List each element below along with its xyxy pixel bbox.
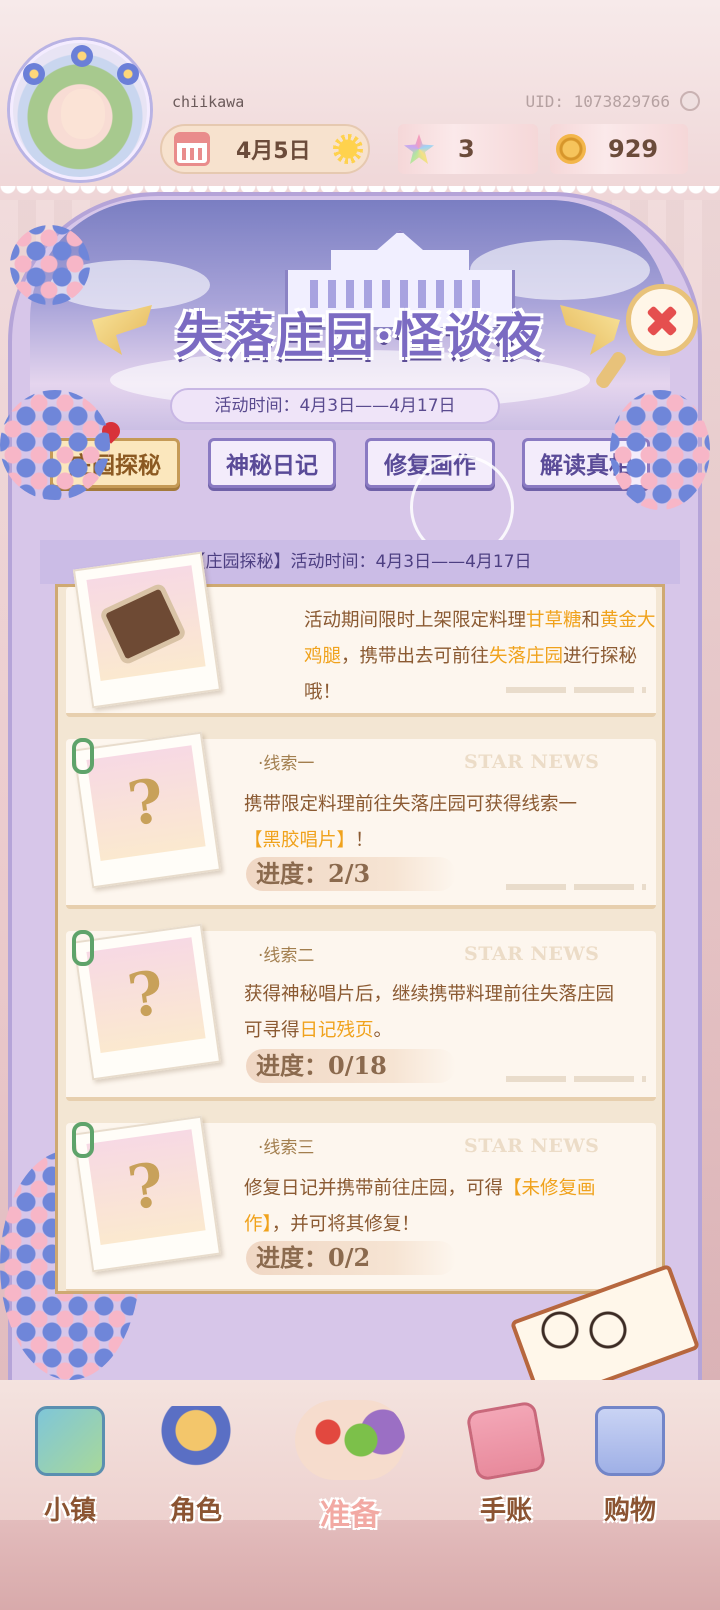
- glasses-decoration: [540, 1310, 630, 1350]
- nav-label: 角色: [169, 1496, 222, 1526]
- paperclip-icon: [72, 738, 94, 774]
- photo-content: ?: [86, 937, 206, 1053]
- sun-icon: [332, 134, 363, 164]
- clue-label: ·线索一: [258, 754, 315, 774]
- clue-text: 修复日记并携带前往庄园，可得【未修复画作】，并可将其修复！: [244, 1178, 596, 1235]
- username: chiikawa: [172, 93, 245, 111]
- character-icon: [161, 1406, 231, 1476]
- avatar[interactable]: [10, 40, 150, 180]
- flower-icon: [117, 63, 139, 85]
- question-mark-icon: ?: [123, 1149, 169, 1225]
- map-icon: [35, 1406, 105, 1476]
- journal-icon: [465, 1400, 547, 1482]
- clue-progress: 进度：0/2: [246, 1241, 456, 1275]
- clue-photo-3: ?: [72, 1115, 222, 1273]
- paperclip-icon: [72, 1122, 94, 1158]
- food-icon: [295, 1400, 405, 1480]
- nav-character[interactable]: 角色: [136, 1400, 256, 1540]
- star-news-badge: STAR NEWS: [464, 1135, 600, 1157]
- nav-label: 手账: [479, 1496, 532, 1526]
- clue-photo-1: ?: [72, 731, 222, 889]
- nav-shopping[interactable]: 购物: [570, 1400, 690, 1540]
- gem-icon: [404, 134, 434, 164]
- clue-progress: 进度：2/3: [246, 857, 456, 891]
- clue-photo-2: ?: [72, 923, 222, 1081]
- nav-journal[interactable]: 手账: [446, 1400, 566, 1540]
- uid-label: UID: 1073829766: [525, 92, 671, 111]
- calendar-icon: [174, 132, 210, 166]
- nav-town[interactable]: 小镇: [10, 1400, 130, 1540]
- question-mark-icon: ?: [123, 957, 169, 1033]
- current-date: 4月5日: [236, 139, 311, 164]
- tab-mystery-diary[interactable]: 神秘日记: [208, 438, 336, 488]
- flower-decoration: [610, 390, 710, 510]
- flower-decoration: [0, 390, 110, 500]
- coin-icon: [556, 134, 586, 164]
- flower-icon: [71, 45, 93, 67]
- nav-label: 准备: [320, 1498, 380, 1533]
- question-mark-icon: ?: [123, 765, 169, 841]
- star-news-badge: STAR NEWS: [464, 751, 600, 773]
- card-rule: [506, 687, 646, 693]
- clue-label: ·线索三: [258, 1138, 315, 1158]
- gem-counter[interactable]: 3: [398, 124, 538, 174]
- flower-icon: [23, 63, 45, 85]
- avatar-face: [61, 89, 105, 139]
- shopping-bag-icon: [595, 1406, 665, 1476]
- clue-text: 获得神秘唱片后，继续携带料理前往失落庄园可寻得日记残页。: [244, 984, 615, 1041]
- close-button[interactable]: [626, 284, 698, 356]
- event-period: 活动时间：4月3日——4月17日: [170, 388, 500, 424]
- clue-progress: 进度：0/18: [246, 1049, 456, 1083]
- nav-label: 小镇: [43, 1496, 96, 1526]
- clue-label: ·线索二: [258, 946, 315, 966]
- card-rule: [506, 1076, 646, 1082]
- coin-count: 929: [608, 135, 659, 163]
- card-rule: [506, 884, 646, 890]
- photo-content: ?: [86, 1129, 206, 1245]
- copy-uid-icon[interactable]: [680, 91, 700, 111]
- nav-label: 购物: [603, 1496, 656, 1526]
- flower-decoration: [10, 225, 90, 305]
- nav-prepare[interactable]: 准备: [290, 1400, 410, 1540]
- date-pill[interactable]: 4月5日: [160, 124, 370, 174]
- intro-text: 活动期间限时上架限定料理甘草糖和黄金大鸡腿，携带出去可前往失落庄园进行探秘哦！: [304, 610, 656, 703]
- star-news-badge: STAR NEWS: [464, 943, 600, 965]
- clue-text: 携带限定料理前往失落庄园可获得线索一【黑胶唱片】！: [244, 794, 578, 851]
- gem-count: 3: [458, 135, 475, 163]
- photo-content: ?: [86, 745, 206, 861]
- paperclip-icon: [72, 930, 94, 966]
- coin-counter[interactable]: 929: [550, 124, 688, 174]
